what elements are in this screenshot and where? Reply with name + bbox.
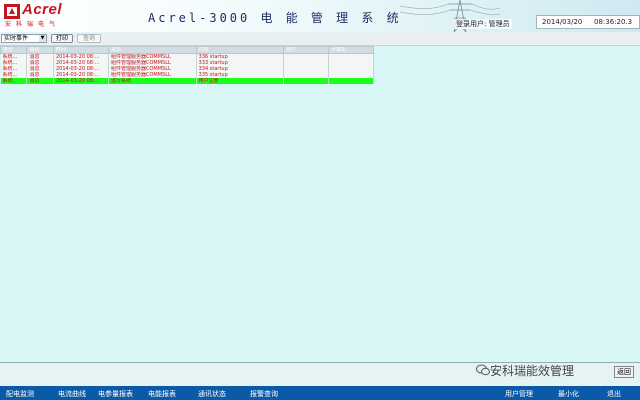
login-user-label: 登录用户: 管理员 bbox=[454, 19, 512, 29]
nav-comm-status[interactable]: 通讯状态 bbox=[198, 389, 226, 399]
watermark-text: 安科瑞能效管理 bbox=[490, 364, 575, 378]
brand-subtitle: 安科瑞电气 bbox=[5, 21, 61, 28]
app-title: Acrel-3000 电 能 管 理 系 统 bbox=[148, 11, 402, 25]
toolbar: 实时事件 ▼ 打印 查询 bbox=[0, 33, 640, 46]
cell-time: 2014-03-20 08:... bbox=[53, 78, 110, 84]
column-header-level[interactable]: 级别 bbox=[26, 46, 54, 54]
table-header-row: 类型 级别 时间 来源 内容 用户 计算机 bbox=[0, 46, 374, 54]
datetime-display: 2014/03/20 08:36:20.3 bbox=[536, 15, 640, 29]
query-button[interactable]: 查询 bbox=[77, 34, 101, 43]
nav-distribution-monitor[interactable]: 配电监测 bbox=[6, 389, 34, 399]
nav-exit[interactable]: 退出 bbox=[607, 389, 621, 399]
event-table: 类型 级别 时间 来源 内容 用户 计算机 系统... 消息 2014-03-2… bbox=[0, 46, 374, 84]
brand-name: Acrel bbox=[22, 1, 63, 18]
chevron-down-icon[interactable]: ▼ bbox=[39, 35, 46, 42]
column-header-computer[interactable]: 计算机 bbox=[328, 46, 374, 54]
nav-alarm-query[interactable]: 报警查询 bbox=[250, 389, 278, 399]
print-button[interactable]: 打印 bbox=[51, 34, 73, 43]
table-row-selected[interactable]: 系统... 消息 2014-03-20 08:... 运行系统 用户注册 bbox=[0, 78, 374, 84]
current-date: 2014/03/20 bbox=[542, 18, 583, 26]
current-time: 08:36:20.3 bbox=[594, 18, 633, 26]
nav-user-management[interactable]: 用户管理 bbox=[505, 389, 533, 399]
column-header-time[interactable]: 时间 bbox=[52, 46, 110, 54]
acrel-logo-icon bbox=[4, 4, 20, 19]
event-panel: 类型 级别 时间 来源 内容 用户 计算机 系统... 消息 2014-03-2… bbox=[0, 46, 640, 363]
column-header-source[interactable]: 来源 bbox=[108, 46, 197, 54]
nav-parameter-report[interactable]: 电参量报表 bbox=[98, 389, 133, 399]
nav-minimize[interactable]: 最小化 bbox=[558, 389, 579, 399]
cell-level: 消息 bbox=[26, 78, 54, 84]
column-header-type[interactable]: 类型 bbox=[0, 46, 28, 54]
column-header-content[interactable]: 内容 bbox=[195, 46, 285, 54]
wechat-icon bbox=[476, 364, 490, 376]
cell-type: 系统... bbox=[0, 78, 28, 84]
column-header-user[interactable]: 用户 bbox=[283, 46, 330, 54]
return-button[interactable]: 返回 bbox=[614, 366, 634, 378]
header-bar: Acrel 安科瑞电气 Acrel-3000 电 能 管 理 系 统 登录用户:… bbox=[0, 0, 640, 32]
cell-computer bbox=[328, 78, 374, 84]
cell-user bbox=[283, 78, 330, 84]
cell-source: 运行系统 bbox=[108, 78, 197, 84]
nav-energy-report[interactable]: 电能报表 bbox=[148, 389, 176, 399]
nav-current-curve[interactable]: 电流曲线 bbox=[58, 389, 86, 399]
bottom-nav: 配电监测 电流曲线 电参量报表 电能报表 通讯状态 报警查询 用户管理 最小化 … bbox=[0, 386, 640, 400]
event-type-select[interactable]: 实时事件 ▼ bbox=[1, 34, 47, 43]
cell-content: 用户注册 bbox=[196, 78, 285, 84]
logo: Acrel 安科瑞电气 bbox=[4, 1, 70, 28]
event-type-select-value: 实时事件 bbox=[4, 35, 29, 42]
